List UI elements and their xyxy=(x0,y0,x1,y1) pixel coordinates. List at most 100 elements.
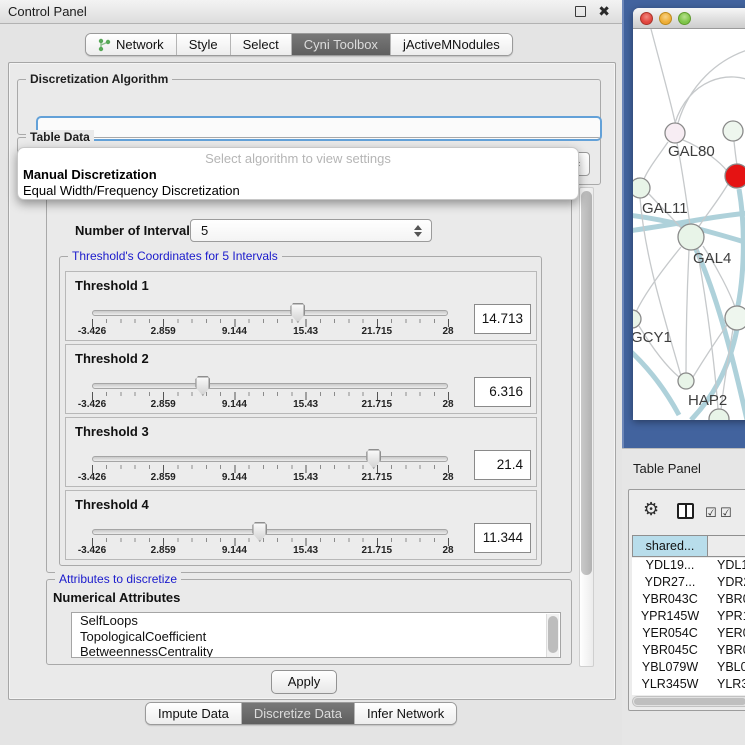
list-item[interactable]: TopologicalCoefficient xyxy=(72,629,560,645)
list-item[interactable]: SelfLoops xyxy=(72,613,560,629)
table-horizontal-scrollbar[interactable] xyxy=(632,696,745,707)
threshold-4-label: Threshold 4 xyxy=(75,497,149,512)
cyni-toolbox-content: Discretization Algorithm Table Data galF… xyxy=(8,62,616,700)
threshold-4-slider[interactable]: -3.4262.8599.14415.4321.71528 xyxy=(92,521,448,555)
table-panel: Table Panel ⚙ ☑ ☑ shared... name YDL19..… xyxy=(622,448,745,745)
table-row[interactable]: YBR045CYBR0 xyxy=(632,643,745,660)
threshold-3-value[interactable]: 21.4 xyxy=(474,450,531,480)
minimize-traffic-light-icon[interactable] xyxy=(659,12,672,25)
column-header-name[interactable]: name xyxy=(707,535,745,557)
tab-cyni-toolbox[interactable]: Cyni Toolbox xyxy=(292,34,391,55)
table-row[interactable]: YBR043CYBR0 xyxy=(632,592,745,609)
numerical-attributes-list[interactable]: SelfLoops TopologicalCoefficient Between… xyxy=(71,612,561,658)
slider-track[interactable] xyxy=(92,383,448,389)
slider-scale-labels: -3.4262.8599.14415.4321.71528 xyxy=(92,472,448,483)
network-graph: GAL80 G C GAL11 GAL4 GCY1 H HAP2 xyxy=(633,29,745,420)
table-header-row: shared... name xyxy=(632,535,745,557)
label-gcy1: GCY1 xyxy=(633,329,672,346)
panel-title: Control Panel xyxy=(8,4,87,19)
node[interactable] xyxy=(725,306,745,330)
algorithm-option-manual-discretization[interactable]: Manual Discretization xyxy=(23,167,157,182)
zoom-traffic-light-icon[interactable] xyxy=(678,12,691,25)
checkbox-checked-icon[interactable]: ☑ xyxy=(720,505,732,521)
combo-spinner-icon xyxy=(414,225,422,237)
tab-select[interactable]: Select xyxy=(231,34,292,55)
table-row[interactable]: YER054CYER0 xyxy=(632,626,745,643)
algorithm-hint-text: Select algorithm to view settings xyxy=(18,151,578,166)
close-traffic-light-icon[interactable] xyxy=(640,12,653,25)
node-highlighted-red[interactable] xyxy=(725,164,745,188)
apply-button[interactable]: Apply xyxy=(271,670,337,694)
tab-discretize-data[interactable]: Discretize Data xyxy=(242,703,355,724)
attributes-list-scrollbar[interactable] xyxy=(546,614,559,658)
tab-jactivemnodules[interactable]: jActiveMNodules xyxy=(391,34,512,55)
threshold-3-panel: Threshold 3 -3.4262.8599.14415.4321.7152… xyxy=(65,417,537,487)
network-window-titlebar[interactable] xyxy=(633,8,745,29)
close-icon[interactable]: ✖ xyxy=(598,3,610,20)
slider-track[interactable] xyxy=(92,456,448,462)
number-of-intervals-combobox[interactable]: 5 xyxy=(190,219,432,242)
green-network-icon xyxy=(98,38,111,52)
content-scrollbar-thumb[interactable] xyxy=(581,191,592,575)
node-pink[interactable] xyxy=(665,123,685,143)
threshold-2-label: Threshold 2 xyxy=(75,351,149,366)
table-row[interactable]: YDL19...YDL1 xyxy=(632,558,745,575)
table-row[interactable]: YIL052CYIL0 xyxy=(632,694,745,695)
algorithm-dropdown-popup: Select algorithm to view settings Manual… xyxy=(17,147,579,200)
network-window[interactable]: GAL80 G C GAL11 GAL4 GCY1 H HAP2 xyxy=(633,8,745,420)
threshold-coordinates-title: Threshold's Coordinates for 5 Intervals xyxy=(68,249,282,263)
table-row[interactable]: YBL079WYBL0 xyxy=(632,660,745,677)
threshold-1-label: Threshold 1 xyxy=(75,278,149,293)
threshold-2-value[interactable]: 6.316 xyxy=(474,377,531,407)
threshold-2-panel: Threshold 2 -3.4262.8599.14415.4321.7152… xyxy=(65,344,537,414)
threshold-2-slider[interactable]: -3.4262.8599.14415.4321.71528 xyxy=(92,375,448,409)
node-hap2[interactable] xyxy=(678,373,694,389)
control-panel-titlebar: Control Panel ✖ xyxy=(0,0,622,24)
threshold-4-value[interactable]: 11.344 xyxy=(474,523,531,553)
number-of-intervals-label: Number of Intervals xyxy=(75,223,197,238)
column-header-shared-name[interactable]: shared... xyxy=(632,535,708,557)
cyni-mode-tabs: Impute Data Discretize Data Infer Networ… xyxy=(145,702,457,725)
label-gal11: GAL11 xyxy=(642,200,688,217)
discretization-algorithm-group: Discretization Algorithm xyxy=(17,79,601,135)
table-panel-title: Table Panel xyxy=(633,461,701,476)
float-window-icon[interactable] xyxy=(575,6,586,17)
slider-track[interactable] xyxy=(92,529,448,535)
tab-network[interactable]: Network xyxy=(86,34,177,55)
node[interactable] xyxy=(709,409,729,420)
slider-scale-labels: -3.4262.8599.14415.4321.71528 xyxy=(92,545,448,556)
threshold-1-panel: Threshold 1 -3.4262.8599.14415.4321.7152… xyxy=(65,271,537,341)
content-scrollbar[interactable] xyxy=(579,187,594,667)
list-item[interactable]: BetweennessCentrality xyxy=(72,644,560,658)
table-row[interactable]: YDR27...YDR2 xyxy=(632,575,745,592)
node[interactable] xyxy=(723,121,743,141)
label-hap2: HAP2 xyxy=(688,392,727,409)
slider-track[interactable] xyxy=(92,310,448,316)
split-columns-icon[interactable] xyxy=(677,503,694,519)
threshold-1-value[interactable]: 14.713 xyxy=(474,304,531,334)
table-row[interactable]: YPR145WYPR1 xyxy=(632,609,745,626)
table-data-title: Table Data xyxy=(26,130,94,144)
table-panel-inner: ⚙ ☑ ☑ shared... name YDL19...YDL1 YDR27.… xyxy=(628,489,745,711)
control-panel: Control Panel ✖ Network Style Select Cyn… xyxy=(0,0,622,745)
checkbox-checked-icon[interactable]: ☑ xyxy=(705,505,717,521)
table-row[interactable]: YLR345WYLR3 xyxy=(632,677,745,694)
gear-icon[interactable]: ⚙ xyxy=(643,499,659,520)
node-gal11[interactable] xyxy=(633,178,650,198)
numerical-attributes-label: Numerical Attributes xyxy=(53,590,180,605)
threshold-3-slider[interactable]: -3.4262.8599.14415.4321.71528 xyxy=(92,448,448,482)
tab-style[interactable]: Style xyxy=(177,34,231,55)
scrollbar-thumb[interactable] xyxy=(634,698,745,705)
discretization-algorithm-title: Discretization Algorithm xyxy=(26,72,172,86)
slider-scale-labels: -3.4262.8599.14415.4321.71528 xyxy=(92,326,448,337)
node-gcy1[interactable] xyxy=(633,310,641,328)
label-gal80: GAL80 xyxy=(668,143,715,160)
tab-infer-network[interactable]: Infer Network xyxy=(355,703,456,724)
node-gal4[interactable] xyxy=(678,224,704,250)
tab-impute-data[interactable]: Impute Data xyxy=(146,703,242,724)
label-gal4: GAL4 xyxy=(693,250,731,267)
threshold-3-label: Threshold 3 xyxy=(75,424,149,439)
threshold-1-slider[interactable]: -3.4262.8599.14415.4321.71528 xyxy=(92,302,448,336)
algorithm-option-equal-width-frequency[interactable]: Equal Width/Frequency Discretization xyxy=(23,183,240,198)
network-canvas[interactable]: GAL80 G C GAL11 GAL4 GCY1 H HAP2 xyxy=(633,29,745,420)
